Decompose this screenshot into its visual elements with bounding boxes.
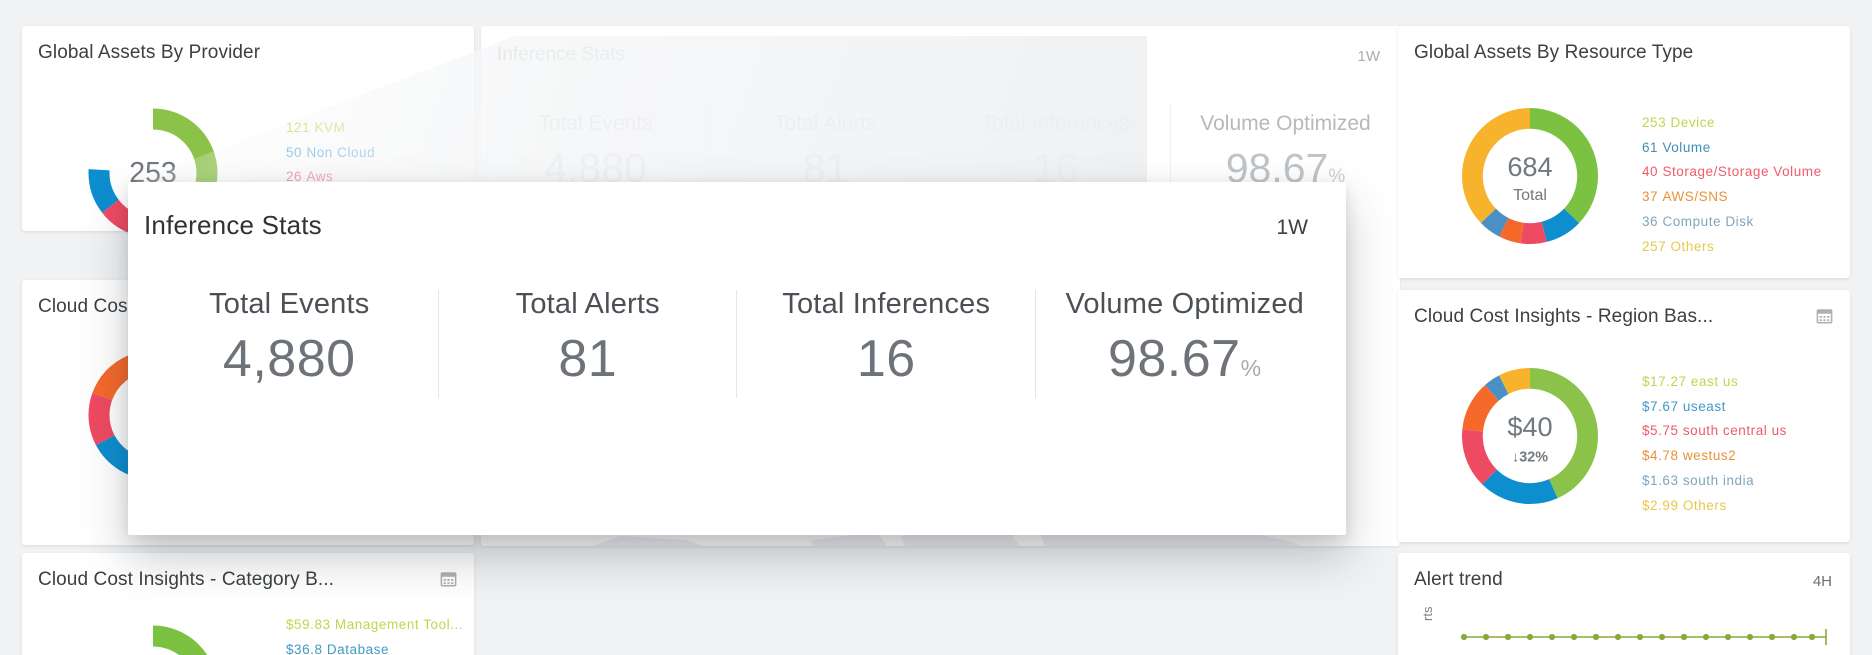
alert-trend-line-chart [1460, 629, 1827, 645]
legend-label: Device [1670, 115, 1716, 130]
alert-trend-y-axis-label: rts [1420, 606, 1435, 621]
modal-metric-label: Total Alerts [515, 288, 660, 320]
legend-value: 61 [1642, 139, 1659, 155]
card-title-cost-region: Cloud Cost Insights - Region Bas... [1414, 306, 1714, 327]
modal-metrics-row: Total Events 4,880 Total Alerts 81 Total… [128, 288, 1346, 408]
legend-value: 40 [1642, 164, 1659, 180]
donut-center-assets-resource-type: 684 Total [1507, 151, 1552, 204]
calendar-icon[interactable] [1815, 307, 1834, 325]
modal-metric-total-inferences: Total Inferences 16 [737, 288, 1036, 408]
modal-metric-label: Total Events [209, 288, 370, 320]
legend-assets-resource-type: 253 Device 61 Volume 40 Storage/Storage … [1642, 111, 1822, 259]
modal-metric-total-alerts: Total Alerts 81 [439, 288, 738, 408]
legend-value: $17.27 [1642, 374, 1687, 389]
legend-label: Others [1670, 238, 1715, 254]
dashboard-screen: Global Assets By Provider 253 121 KVM 50 [0, 0, 1872, 655]
legend-cost-category: $59.83 Management Tool... $36.8 Database [286, 613, 463, 655]
legend-value: $59.83 [286, 617, 331, 632]
donut-center-value-cost-region: $40 [1507, 411, 1552, 442]
bg-metric-label: Volume Optimized [1200, 112, 1371, 135]
bg-metric-label: Total Alerts [774, 112, 877, 135]
card-cloud-cost-region[interactable]: Cloud Cost Insights - Region Bas... $40 … [1398, 290, 1850, 542]
calendar-icon[interactable] [439, 570, 458, 588]
legend-value: 257 [1642, 238, 1667, 254]
legend-label: east us [1690, 374, 1739, 389]
modal-range-selector[interactable]: 1W [1277, 216, 1309, 240]
donut-chart-cost-category [88, 625, 218, 655]
card-alert-trend[interactable]: Alert trend 4H rts [1398, 553, 1850, 655]
modal-metric-total-events: Total Events 4,880 [140, 288, 439, 408]
alert-trend-range[interactable]: 4H [1813, 573, 1832, 590]
legend-value: $4.78 [1642, 448, 1679, 464]
legend-label: Storage/Storage Volume [1662, 164, 1822, 180]
legend-value: 253 [1642, 115, 1667, 130]
modal-title: Inference Stats [144, 210, 322, 240]
bg-inference-stats-title: Inference Stats [497, 44, 625, 65]
card-title-assets-resource-type: Global Assets By Resource Type [1414, 42, 1694, 63]
legend-value: $5.75 [1642, 423, 1679, 439]
modal-metric-value: 16 [856, 330, 916, 388]
card-cloud-cost-category[interactable]: Cloud Cost Insights - Category B... $59.… [22, 553, 474, 655]
modal-metric-label: Volume Optimized [1065, 288, 1305, 320]
legend-label: useast [1682, 398, 1726, 414]
legend-label: Volume [1662, 139, 1711, 155]
donut-center-value-resource-type: 684 [1507, 151, 1552, 182]
bg-inference-stats-range[interactable]: 1W [1358, 48, 1381, 65]
bg-metric-label: Total Events [538, 112, 653, 135]
legend-label: Compute Disk [1662, 213, 1754, 229]
legend-label: AWS/SNS [1662, 189, 1729, 205]
modal-metric-volume-optimized: Volume Optimized 98.67% [1036, 288, 1335, 408]
card-title-alert-trend: Alert trend [1414, 569, 1503, 590]
legend-label: Management Tool... [334, 617, 464, 632]
inference-stats-modal[interactable]: Inference Stats 1W Total Events 4,880 To… [128, 182, 1346, 535]
legend-value: $1.63 [1642, 472, 1679, 488]
card-global-assets-by-resource-type[interactable]: Global Assets By Resource Type 684 Total… [1398, 26, 1850, 278]
legend-value: 36 [1642, 213, 1659, 229]
legend-label: south india [1682, 472, 1755, 488]
card-title-cost-category: Cloud Cost Insights - Category B... [38, 569, 335, 590]
modal-metric-value: 81 [558, 330, 618, 388]
modal-metric-label: Total Inferences [782, 288, 991, 320]
legend-label: south central us [1682, 423, 1787, 439]
legend-value: $36.8 [286, 641, 323, 655]
modal-metric-suffix: % [1240, 355, 1262, 381]
donut-center-delta-cost-region: ↓32% [1512, 450, 1548, 466]
legend-value: 37 [1642, 189, 1659, 205]
legend-label: Non Cloud [306, 144, 376, 160]
donut-slice-management-tool [88, 625, 218, 655]
donut-center-label-resource-type: Total [1513, 187, 1547, 204]
legend-value: $7.67 [1642, 398, 1679, 414]
modal-metric-value: 4,880 [222, 330, 356, 388]
card-title-assets-provider: Global Assets By Provider [38, 42, 261, 63]
legend-label: KVM [314, 120, 346, 135]
legend-value: 50 [286, 144, 303, 160]
legend-value: $2.99 [1642, 497, 1679, 513]
legend-value: 121 [286, 120, 311, 135]
donut-center-cost-region: $40 ↓32% [1507, 411, 1552, 466]
card-title-cloud-cost: Cloud Cost [38, 296, 133, 317]
bg-metric-label: Total Inferences [981, 112, 1130, 135]
legend-label: Database [326, 641, 390, 655]
legend-cost-region: $17.27 east us $7.67 useast $5.75 south … [1642, 370, 1787, 518]
legend-label: Others [1682, 497, 1727, 513]
modal-metric-value: 98.67 [1107, 330, 1241, 388]
legend-label: westus2 [1682, 448, 1737, 464]
